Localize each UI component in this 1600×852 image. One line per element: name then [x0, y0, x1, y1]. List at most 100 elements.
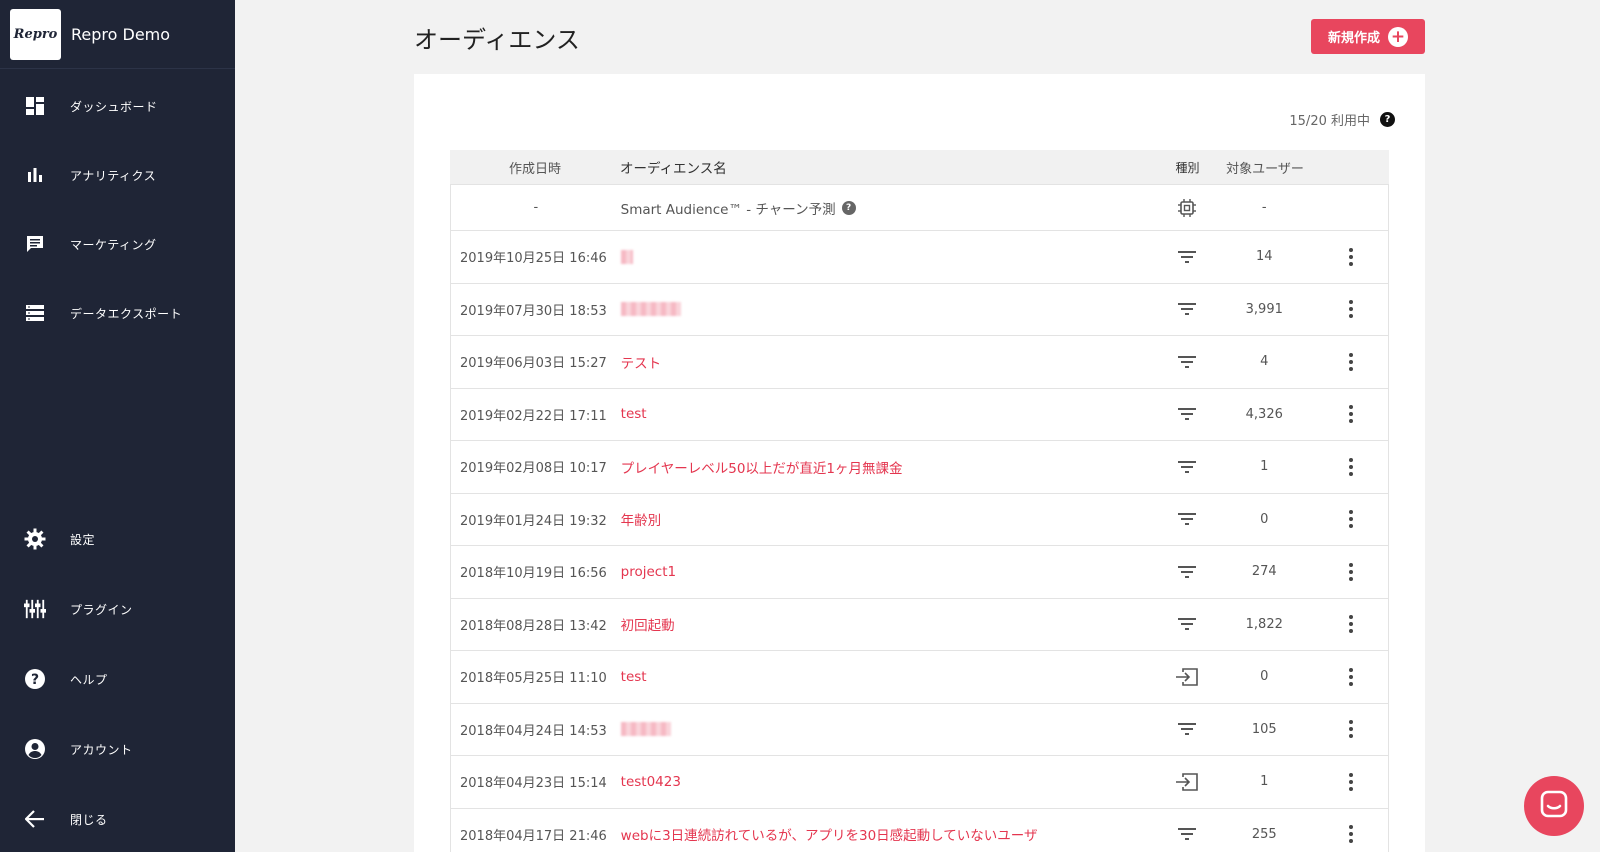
- table-row[interactable]: 2018年08月28日 13:42 初回起動 1,822: [450, 598, 1389, 651]
- row-name[interactable]: webに3日連続訪れているが、アプリを30日感起動していないユーザ: [621, 824, 1160, 844]
- row-users: 1: [1260, 774, 1269, 790]
- table-row[interactable]: 2019年02月22日 17:11 test 4,326: [450, 388, 1389, 441]
- row-users: 1,822: [1245, 616, 1283, 632]
- row-date: 2018年04月17日 21:46: [460, 828, 607, 844]
- row-date: 2019年01月24日 19:32: [460, 513, 607, 529]
- sidebar-item-label: プラグイン: [70, 602, 133, 617]
- more-options-icon[interactable]: [1341, 298, 1361, 320]
- app-name: Repro Demo: [71, 24, 171, 44]
- row-users: 255: [1251, 826, 1277, 842]
- row-users: 105: [1251, 721, 1277, 737]
- row-users: 3,991: [1245, 301, 1283, 317]
- row-name[interactable]: [620, 301, 1160, 317]
- more-options-icon[interactable]: [1341, 246, 1361, 268]
- row-name[interactable]: [620, 249, 1160, 265]
- help-icon[interactable]: ?: [841, 200, 856, 215]
- row-date: 2018年05月25日 11:10: [460, 671, 607, 687]
- sidebar-item-label: ダッシュボード: [70, 99, 158, 114]
- table-row[interactable]: 2018年05月25日 11:10 test 0: [450, 651, 1389, 704]
- more-options-icon[interactable]: [1341, 823, 1361, 845]
- column-header-name[interactable]: オーディエンス名: [620, 157, 1160, 177]
- row-name[interactable]: プレイヤーレベル50以上だが直近1ヶ月無課金: [621, 457, 1160, 477]
- row-name[interactable]: 初回起動: [621, 614, 1160, 634]
- import-icon: [1160, 772, 1215, 792]
- gear-icon: [24, 528, 46, 550]
- row-users: 0: [1260, 511, 1269, 527]
- help-icon[interactable]: ?: [1380, 112, 1395, 127]
- row-name[interactable]: テスト: [621, 352, 1160, 372]
- row-name[interactable]: 年齢別: [621, 509, 1160, 529]
- smart-audience-label: Smart Audience™ - チャーン予測: [620, 201, 836, 218]
- filter-icon: [1160, 722, 1215, 736]
- column-header-date[interactable]: 作成日時: [450, 158, 620, 177]
- more-options-icon[interactable]: [1341, 561, 1361, 583]
- redacted-name: [620, 722, 671, 737]
- list-icon: [24, 302, 46, 324]
- sidebar-item-label: アカウント: [70, 742, 133, 757]
- row-users: 274: [1251, 564, 1277, 580]
- row-name[interactable]: project1: [621, 564, 1160, 580]
- row-date: -: [533, 200, 539, 215]
- row-name[interactable]: test0423: [621, 774, 1160, 790]
- chat-launcher-button[interactable]: [1524, 776, 1584, 836]
- sidebar-item-account[interactable]: アカウント: [0, 729, 235, 769]
- more-options-icon[interactable]: [1341, 613, 1361, 635]
- sidebar-item-label: データエクスポート: [70, 306, 183, 321]
- filter-icon: [1160, 617, 1215, 631]
- table-row[interactable]: 2019年01月24日 19:32 年齢別 0: [450, 493, 1389, 546]
- sidebar: Repro Repro Demo ダッシュボード アナリティクス マーケティング…: [0, 0, 235, 852]
- row-name[interactable]: test: [621, 669, 1160, 685]
- row-name[interactable]: test: [621, 406, 1160, 422]
- redacted-name: [620, 302, 681, 317]
- repro-logo[interactable]: Repro: [10, 8, 61, 60]
- row-date: 2019年07月30日 18:53: [460, 303, 607, 319]
- sidebar-item-settings[interactable]: 設定: [0, 519, 235, 559]
- filter-icon: [1160, 407, 1215, 421]
- sidebar-item-marketing[interactable]: マーケティング: [0, 224, 235, 264]
- row-date: 2019年10月25日 16:46: [460, 251, 607, 267]
- usage-text: 15/20 利用中: [1289, 114, 1370, 129]
- column-header-users[interactable]: 対象ユーザー: [1215, 158, 1315, 177]
- row-users: -: [1261, 200, 1267, 215]
- table-row[interactable]: 2018年04月24日 14:53 105: [450, 703, 1389, 756]
- more-options-icon[interactable]: [1341, 666, 1361, 688]
- sidebar-item-data-export[interactable]: データエクスポート: [0, 293, 235, 333]
- more-options-icon[interactable]: [1341, 771, 1361, 793]
- import-icon: [1160, 667, 1215, 687]
- more-options-icon[interactable]: [1341, 351, 1361, 373]
- table-row[interactable]: 2018年04月23日 15:14 test0423 1: [450, 756, 1389, 809]
- chip-icon: [1159, 198, 1214, 218]
- filter-icon: [1160, 302, 1215, 316]
- help-icon: ?: [24, 668, 46, 690]
- more-options-icon[interactable]: [1341, 508, 1361, 530]
- row-users: 4: [1260, 354, 1269, 370]
- bar-chart-icon: [24, 164, 46, 186]
- sidebar-item-label: 設定: [70, 532, 96, 547]
- sidebar-item-close[interactable]: 閉じる: [0, 799, 235, 839]
- table-row[interactable]: 2018年10月19日 16:56 project1 274: [450, 546, 1389, 599]
- row-date: 2018年08月28日 13:42: [460, 618, 607, 634]
- row-name: Smart Audience™ - チャーン予測 ?: [621, 198, 1160, 218]
- table-row[interactable]: 2019年10月25日 16:46 14: [450, 231, 1389, 284]
- more-options-icon[interactable]: [1341, 456, 1361, 478]
- sidebar-item-dashboard[interactable]: ダッシュボード: [0, 86, 235, 126]
- new-button-label: 新規作成: [1327, 31, 1380, 46]
- new-audience-button[interactable]: 新規作成 +: [1311, 19, 1425, 54]
- table-row[interactable]: 2019年07月30日 18:53 3,991: [450, 283, 1389, 336]
- audience-table: 作成日時 オーディエンス名 種別 対象ユーザー - Smart Audience…: [450, 150, 1389, 852]
- sidebar-item-help[interactable]: ? ヘルプ: [0, 659, 235, 699]
- table-row[interactable]: 2018年04月17日 21:46 webに3日連続訪れているが、アプリを30日…: [450, 808, 1389, 852]
- more-options-icon[interactable]: [1341, 718, 1361, 740]
- sidebar-item-plugins[interactable]: プラグイン: [0, 589, 235, 629]
- page-title: オーディエンス: [414, 26, 580, 54]
- account-icon: [24, 738, 46, 760]
- more-options-icon[interactable]: [1341, 403, 1361, 425]
- row-users: 1: [1260, 459, 1269, 475]
- filter-icon: [1160, 827, 1215, 841]
- row-name[interactable]: [620, 721, 1160, 737]
- table-row[interactable]: 2019年06月03日 15:27 テスト 4: [450, 336, 1389, 389]
- row-date: 2019年06月03日 15:27: [460, 356, 607, 372]
- sidebar-item-analytics[interactable]: アナリティクス: [0, 155, 235, 195]
- table-row[interactable]: 2019年02月08日 10:17 プレイヤーレベル50以上だが直近1ヶ月無課金…: [450, 441, 1389, 494]
- filter-icon: [1160, 250, 1215, 264]
